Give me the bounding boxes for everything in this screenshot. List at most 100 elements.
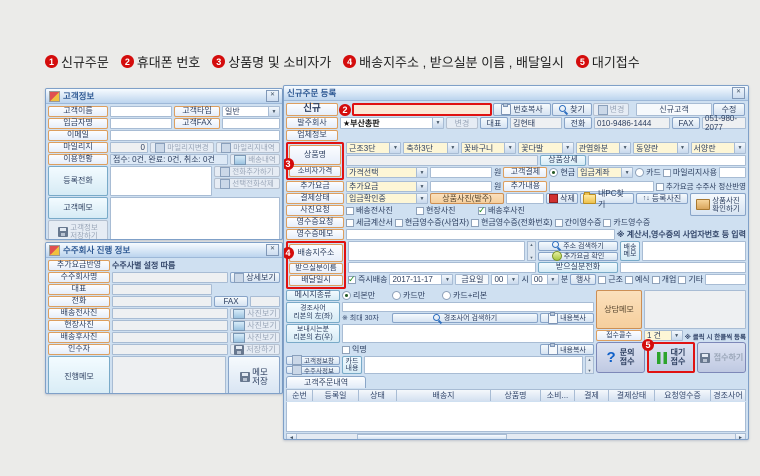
receipt-card-checkbox[interactable]: 카드영수증 [603,217,650,228]
chevron-down-icon[interactable]: ▼ [619,143,630,153]
fax-button[interactable]: FAX [672,117,700,129]
photo-before-checkbox[interactable]: 배송전사진 [346,205,414,216]
chevron-down-icon[interactable]: ▼ [734,143,745,153]
scroll-down-icon[interactable]: ▼ [528,255,535,260]
receiver-name-input[interactable] [348,262,536,273]
receiver-input[interactable] [112,344,228,355]
company-info-button[interactable]: 수주사정보 [286,366,340,375]
checkbox-icon[interactable] [678,276,686,284]
chevron-down-icon[interactable]: ▼ [507,275,518,284]
scroll-right-icon[interactable]: ► [735,434,745,440]
checkbox-icon[interactable] [663,169,671,177]
radio-on-icon[interactable] [549,168,558,177]
chevron-down-icon[interactable]: ▼ [671,331,682,340]
cash-radio[interactable]: 현금 [549,167,575,178]
company-change-button[interactable]: 변경 [446,117,478,129]
chevron-down-icon[interactable]: ▼ [441,275,452,284]
col-receipt[interactable]: 요청영수증 [655,390,711,401]
radio-off-icon[interactable] [442,291,451,300]
phrase-search-button[interactable]: 경조사어 검색하기 [392,313,538,323]
card-content-textarea[interactable] [364,356,583,374]
pc-find-button[interactable]: 내PC찾기 [580,193,634,204]
card-scrollbar[interactable]: ▲▼ [585,356,594,374]
photo-view-button[interactable]: 사진보기 [230,320,280,331]
col-product[interactable]: 상품명 [491,390,541,401]
col-payment[interactable]: 결제 [575,390,609,401]
chevron-down-icon[interactable]: ▼ [389,143,400,153]
reg-photo-button[interactable]: ↑↓등록사진 [636,193,688,204]
photo-after-checkbox[interactable]: 배송후사진 [478,205,525,216]
receipt-cash-biz-checkbox[interactable]: 현금영수증(사업자) [395,217,469,228]
checkbox-checked-icon[interactable] [478,207,486,215]
immediate-checkbox[interactable]: 즉시배송 [348,274,387,285]
copy-content-button[interactable]: 내용복사 [540,344,594,355]
chevron-down-icon[interactable]: ▼ [416,194,427,203]
card-ribbon-radio[interactable]: 카드+리본 [442,290,487,301]
scroll-up-icon[interactable]: ▲ [586,357,593,362]
customer-fax-input[interactable] [222,118,280,129]
ribbon-left-input[interactable] [342,302,594,312]
hour-select[interactable]: 00▼ [491,274,519,285]
delivery-memo-textarea[interactable] [642,241,746,261]
checkbox-icon[interactable] [603,219,611,227]
chevron-down-icon[interactable]: ▼ [547,275,558,284]
event-input[interactable] [705,274,746,285]
product-photo-button[interactable]: 상품사진(발주) [430,193,504,204]
address-textarea[interactable] [348,241,525,261]
category-select-3[interactable]: 꽃바구니▼ [461,142,516,154]
history-scrollbar[interactable]: ◄ ► [286,433,746,440]
chevron-down-icon[interactable]: ▼ [416,168,427,177]
tab-order-history[interactable]: 고객주문내역 [286,376,366,388]
checkbox-icon[interactable] [416,207,424,215]
anonymous-checkbox[interactable]: 익명 [342,344,367,355]
copy-number-button[interactable]: 번호복사 [493,103,551,116]
surcharge-check-button[interactable]: 추가요금 확인 [538,252,618,262]
address-search-button[interactable]: 주소 검색하기 [538,241,618,251]
order-phone-input[interactable] [354,105,490,114]
checkbox-icon[interactable] [652,276,660,284]
card-radio[interactable]: 카드 [635,167,661,178]
checkbox-icon[interactable] [555,219,563,227]
date-select[interactable]: 2017-11-17▼ [389,274,453,285]
customer-type-select[interactable]: 일반▼ [222,106,280,117]
detail-view-button[interactable]: 상세보기 [230,272,280,283]
checkbox-checked-icon[interactable] [348,276,356,284]
chevron-down-icon[interactable]: ▼ [447,143,458,153]
checkbox-icon[interactable] [346,207,354,215]
surcharge-input[interactable] [430,181,492,192]
surcharge-settle-checkbox[interactable]: 추가요금 수주사 정산반영 [656,181,746,192]
ribbon-only-radio[interactable]: 리본만 [342,290,390,301]
delivery-history-button[interactable]: 배송내역 [230,154,280,165]
after-photo-input[interactable] [112,332,228,343]
mileage-input[interactable] [719,167,746,178]
customer-save-button[interactable]: 고객정보저장하기 [48,220,108,240]
copy-content-button[interactable]: 내용복사 [540,313,594,323]
mileage-checkbox[interactable]: 마일리지사용 [663,167,717,178]
photo-scene-checkbox[interactable]: 현장사진 [416,205,476,216]
ceo-button[interactable]: 대표 [480,117,508,129]
email-input[interactable] [110,130,280,141]
receipt-memo-input[interactable] [346,229,615,240]
category-select-4[interactable]: 꽃다발▼ [518,142,573,154]
progress-save-button[interactable]: 저장하기 [230,344,280,355]
radio-off-icon[interactable] [635,168,644,177]
mileage-change-button[interactable]: 마일리지변경 [150,142,214,153]
account-select[interactable]: 입금계좌▼ [577,167,633,178]
category-select-2[interactable]: 축하3단▼ [403,142,458,154]
scroll-thumb[interactable] [357,434,507,440]
receipt-cash-phone-checkbox[interactable]: 현금영수증(전화번호) [471,217,553,228]
phones-textarea[interactable] [110,166,212,196]
col-regdate[interactable]: 등록일 [313,390,359,401]
tel-button[interactable]: 전화 [564,117,592,129]
price-input[interactable] [430,167,492,178]
photo-view-button[interactable]: 사진보기 [230,308,280,319]
col-seq[interactable]: 순번 [287,390,313,401]
sender-textarea[interactable] [342,324,594,343]
product-name-input[interactable] [346,155,538,166]
photo-check-button[interactable]: 상품사진확인하기 [690,193,746,216]
event-wedding-checkbox[interactable]: 예식 [625,274,650,285]
category-select-7[interactable]: 서양란▼ [691,142,746,154]
fax-button[interactable]: FAX [214,296,248,307]
close-icon[interactable]: ✕ [266,244,279,256]
card-only-radio[interactable]: 카드만 [392,290,440,301]
